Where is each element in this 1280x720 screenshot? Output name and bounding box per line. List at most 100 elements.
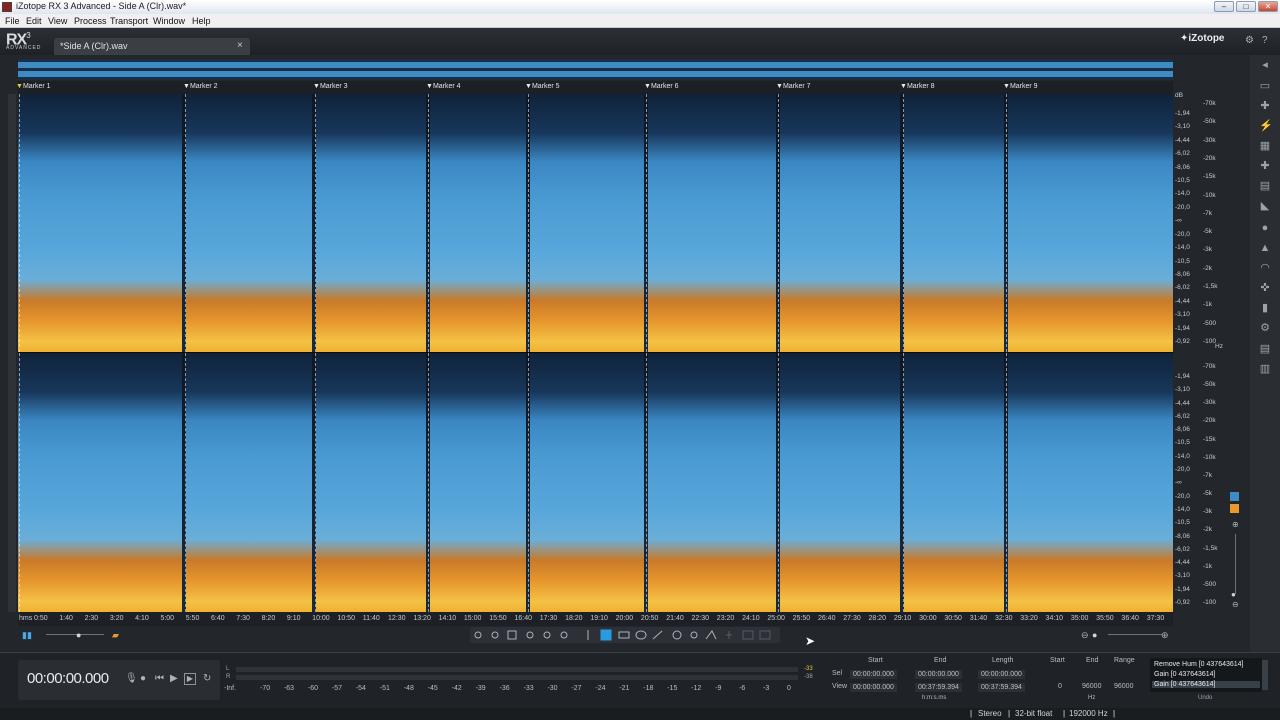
menu-edit[interactable]: Edit	[26, 16, 42, 26]
brush-icon[interactable]	[652, 630, 663, 640]
deconstruct-icon[interactable]: ◣	[1259, 200, 1271, 212]
zoom-out-horizontal-icon[interactable]: ⊖	[1081, 630, 1089, 641]
zoom-out-icon[interactable]	[491, 631, 499, 639]
time-freq-select-icon[interactable]	[600, 629, 612, 641]
marker-line	[1006, 94, 1007, 352]
horizontal-zoom-slider[interactable]	[1108, 634, 1162, 635]
minimize-button[interactable]: –	[1214, 1, 1234, 12]
waveform-toggle-icon[interactable]	[1230, 492, 1239, 501]
time-tick-label: 30:00	[919, 615, 937, 622]
find-similar-icon[interactable]	[690, 631, 698, 639]
slider-thumb-icon[interactable]: ●	[76, 630, 81, 640]
marker-7[interactable]: ▼Marker 7	[776, 83, 811, 90]
menu-help[interactable]: Help	[192, 16, 211, 26]
zoom-fit-icon[interactable]	[507, 630, 517, 640]
marker-5[interactable]: ▼Marker 5	[525, 83, 560, 90]
export-icon[interactable]: ▥	[1259, 363, 1271, 375]
batch-icon[interactable]: ▤	[1259, 343, 1271, 355]
zoom-out-vertical-icon[interactable]: ⊖	[1232, 600, 1239, 609]
menu-view[interactable]: View	[48, 16, 67, 26]
menu-transport[interactable]: Transport	[110, 16, 148, 26]
pencil-icon[interactable]	[705, 630, 717, 640]
spectrogram-view-icon[interactable]: ▰	[112, 630, 119, 641]
play-icon[interactable]: ▶	[170, 673, 178, 684]
db-tick-label: -4,44	[1175, 559, 1190, 567]
hz-tick-label: -1k	[1203, 562, 1213, 570]
zoom-freq-icon[interactable]	[560, 631, 568, 639]
left-scroll-gutter[interactable]	[8, 94, 16, 612]
zoom-in-icon[interactable]	[474, 631, 482, 639]
freq-select-icon[interactable]	[618, 631, 630, 639]
levels-icon[interactable]: ▮	[1259, 302, 1271, 314]
history-item[interactable]: Remove Hum [0 437643614]	[1154, 661, 1244, 668]
menu-process[interactable]: Process	[74, 16, 107, 26]
rewind-icon[interactable]: ⏮	[155, 673, 164, 684]
collapse-dock-icon[interactable]: ◂	[1259, 59, 1271, 71]
db-tick-label: -14,0	[1175, 452, 1190, 460]
help-icon[interactable]: ?	[1262, 36, 1272, 46]
zoom-in-vertical-icon[interactable]: ⊕	[1232, 520, 1239, 529]
sel-end-field[interactable]: 00:00:00.000	[915, 670, 962, 679]
record-arm-icon[interactable]: 🎙	[125, 673, 138, 684]
plugin-icon[interactable]: ⚙	[1259, 322, 1271, 334]
file-tab[interactable]: *Side A (Clr).wav ×	[54, 38, 250, 55]
loop-icon[interactable]: ↻	[203, 673, 211, 684]
freq-start-field[interactable]: 0	[1058, 683, 1062, 690]
denoise-icon[interactable]: ✚	[1259, 100, 1271, 112]
vertical-zoom-thumb-icon[interactable]: ●	[1231, 590, 1236, 599]
settings-wrench-icon[interactable]: ⚙	[1245, 36, 1255, 46]
sel-length-field[interactable]: 00:00:00.000	[978, 670, 1025, 679]
marker-label: Marker 2	[189, 83, 218, 90]
marker-9[interactable]: ▼Marker 9	[1003, 83, 1038, 90]
gain-icon[interactable]: ●	[1259, 222, 1271, 234]
freq-end-field[interactable]: 96000	[1082, 683, 1101, 690]
waveform-overview[interactable]	[18, 59, 1173, 80]
history-scrollbar[interactable]	[1262, 660, 1268, 690]
view-start-field[interactable]: 00:00:00.000	[850, 683, 897, 692]
time-ruler[interactable]: hms 0:50 1:40 2:30 3:20 4:10 5:00 5:50 6:40 7:30…	[18, 612, 1173, 626]
record-icon[interactable]: ●	[140, 673, 146, 684]
time-tick-label: 35:00	[1070, 615, 1089, 622]
zoom-time-icon[interactable]	[543, 631, 551, 639]
marker-4[interactable]: ▼Marker 4	[426, 83, 461, 90]
marker-2[interactable]: ▼Marker 2	[183, 83, 218, 90]
declip-icon[interactable]: ▭	[1259, 80, 1271, 92]
marker-8[interactable]: ▼Marker 8	[900, 83, 935, 90]
freq-range-field[interactable]: 96000	[1114, 683, 1133, 690]
spectrogram-right-channel[interactable]	[18, 353, 1173, 612]
spectrum-icon[interactable]: ▲	[1259, 242, 1271, 254]
history-item-active[interactable]: Gain [0 437643614]	[1152, 681, 1260, 688]
view-end-field[interactable]: 00:37:59.394	[915, 683, 962, 692]
sel-start-field[interactable]: 00:00:00.000	[850, 670, 897, 679]
close-window-button[interactable]: ✕	[1258, 1, 1278, 12]
lasso-icon[interactable]	[635, 630, 647, 640]
menu-file[interactable]: File	[5, 16, 20, 26]
close-tab-icon[interactable]: ×	[237, 40, 243, 51]
zoom-selection-icon[interactable]	[526, 631, 534, 639]
time-tick-label: 1:40	[59, 615, 73, 622]
zoom-slider-thumb-icon[interactable]: ●	[1092, 630, 1097, 640]
spectrogram-left-channel[interactable]	[18, 94, 1173, 352]
view-length-field[interactable]: 00:37:59.394	[978, 683, 1025, 692]
marker-label: Marker 3	[319, 83, 348, 90]
history-item[interactable]: Gain [0 437643614]	[1154, 671, 1216, 678]
marker-3[interactable]: ▼Marker 3	[313, 83, 348, 90]
db-unit-label: dB	[1175, 92, 1183, 99]
zoom-in-horizontal-icon[interactable]: ⊕	[1161, 630, 1169, 641]
spectral-repair-icon[interactable]: ✚	[1259, 160, 1271, 172]
vertical-zoom-slider[interactable]	[1235, 534, 1236, 594]
headphones-icon[interactable]: ◠	[1259, 262, 1271, 274]
spectrogram-toggle-icon[interactable]	[1230, 504, 1239, 513]
eq-icon[interactable]: ▤	[1259, 180, 1271, 192]
spectrogram-blend-slider[interactable]	[46, 634, 104, 635]
declick-icon[interactable]: ⚡	[1259, 120, 1273, 132]
magic-wand-icon[interactable]	[672, 630, 682, 640]
dehum-icon[interactable]: ▦	[1259, 140, 1271, 152]
marker-6[interactable]: ▼Marker 6	[644, 83, 679, 90]
waveform-view-icon[interactable]: ▮▮	[22, 630, 32, 641]
play-selection-icon[interactable]: ▶	[184, 673, 196, 685]
maximize-button[interactable]: □	[1236, 1, 1256, 12]
menu-window[interactable]: Window	[153, 16, 185, 26]
marker-1[interactable]: ▼Marker 1	[16, 83, 51, 90]
channel-ops-icon[interactable]: ✜	[1259, 282, 1271, 294]
